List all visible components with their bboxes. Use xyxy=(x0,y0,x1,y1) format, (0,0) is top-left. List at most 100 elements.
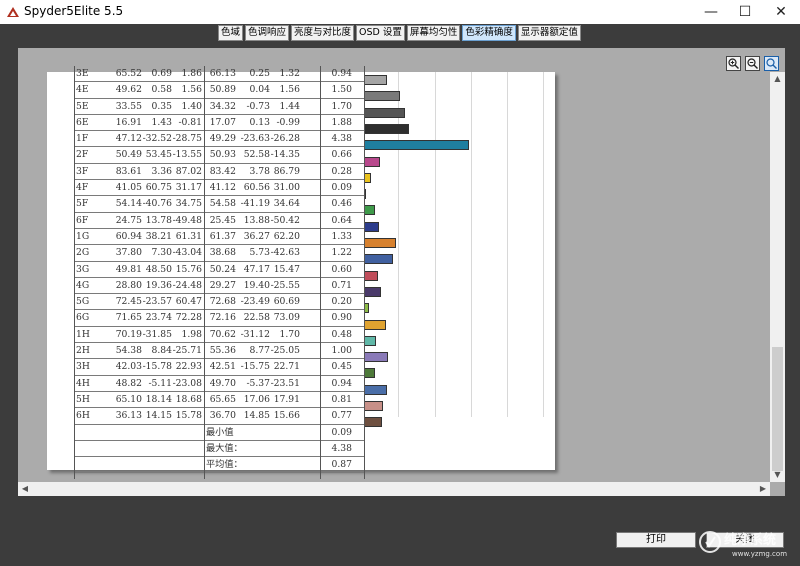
lab-value: -23.63 xyxy=(240,133,270,145)
patch-id: 4F xyxy=(76,182,89,194)
lab-value: -15.78 xyxy=(142,361,172,373)
lab-value: 1.32 xyxy=(279,68,300,79)
scroll-right-icon[interactable]: ▶ xyxy=(756,482,770,496)
lab-value: 0.25 xyxy=(249,68,270,79)
lab-value: 50.24 xyxy=(209,263,236,275)
patch-id: 2G xyxy=(76,247,90,259)
lab-value: 31.00 xyxy=(273,182,300,194)
tab-osd-settings[interactable]: OSD 设置 xyxy=(356,25,405,41)
patch-id: 3F xyxy=(76,165,89,177)
tab-color-accuracy[interactable]: 色彩精确度 xyxy=(462,25,516,41)
lab-value: 72.16 xyxy=(209,312,236,324)
scroll-left-icon[interactable]: ◀ xyxy=(18,482,32,496)
tab-screen-uniformity[interactable]: 屏幕均匀性 xyxy=(406,25,461,41)
lab-value: 15.47 xyxy=(273,263,300,275)
lab-value: -23.51 xyxy=(270,377,300,389)
lab-value: -31.85 xyxy=(142,328,172,340)
scroll-down-icon[interactable]: ▼ xyxy=(770,468,785,482)
delta-e-bar xyxy=(364,417,383,428)
zoom-out-icon[interactable] xyxy=(745,56,760,71)
lab-value: -0.81 xyxy=(178,116,202,128)
lab-value: 70.62 xyxy=(209,328,236,340)
summary-label: 最大值： xyxy=(206,442,243,454)
lab-value: 53.45 xyxy=(145,149,172,161)
patch-id: 1G xyxy=(76,230,90,242)
maximize-button[interactable]: ☐ xyxy=(728,0,762,24)
print-button[interactable]: 打印 xyxy=(616,532,696,548)
lab-value: 1.44 xyxy=(279,100,300,112)
tab-tone-response[interactable]: 色调响应 xyxy=(245,25,290,41)
lab-value: 73.09 xyxy=(273,312,300,324)
lab-value: -25.71 xyxy=(172,345,202,357)
lab-value: 0.35 xyxy=(151,100,172,112)
lab-value: -24.48 xyxy=(172,279,202,291)
report-viewer: 3E 65.52 0.69 1.86 66.13 0.25 1.32 0.94 4E 49.62 0… xyxy=(18,48,785,496)
lab-value: 52.58 xyxy=(243,149,270,161)
lab-value: 5.73 xyxy=(249,247,270,259)
lab-value: 83.61 xyxy=(115,165,142,177)
lab-value: 36.27 xyxy=(243,230,270,242)
delta-e-value: 0.90 xyxy=(331,312,352,324)
patch-id: 5F xyxy=(76,198,89,210)
summary-label: 最小值 xyxy=(206,426,234,438)
lab-value: 17.06 xyxy=(243,393,270,405)
lab-value: -49.48 xyxy=(172,214,202,226)
chart-gridline xyxy=(471,72,472,417)
delta-e-value: 0.94 xyxy=(331,68,352,79)
patch-id: 2F xyxy=(76,149,89,161)
report-tabs: 色域 色调响应 亮度与对比度 OSD 设置 屏幕均匀性 色彩精确度 显示器额定值 xyxy=(218,25,583,41)
close-window-button[interactable]: ✕ xyxy=(764,0,798,24)
delta-e-bar xyxy=(364,123,410,134)
patch-id: 5E xyxy=(76,100,89,112)
lab-value: 13.88 xyxy=(243,214,270,226)
delta-e-bar xyxy=(364,335,376,346)
lab-value: 1.56 xyxy=(181,84,202,96)
vertical-scrollbar[interactable]: ▲ ▼ xyxy=(770,72,785,482)
lab-value: 22.93 xyxy=(175,361,202,373)
tab-display-rating[interactable]: 显示器额定值 xyxy=(517,25,581,41)
minimize-button[interactable]: — xyxy=(694,0,728,24)
lab-value: -23.49 xyxy=(240,296,270,308)
delta-e-value: 0.09 xyxy=(331,182,352,194)
delta-e-bar xyxy=(364,205,376,216)
lab-value: 8.84 xyxy=(151,345,172,357)
delta-e-value: 4.38 xyxy=(331,133,352,145)
lab-value: 61.31 xyxy=(175,230,202,242)
delta-e-value: 0.46 xyxy=(331,198,352,210)
patch-id: 6F xyxy=(76,214,89,226)
delta-e-value: 0.94 xyxy=(331,377,352,389)
horizontal-scrollbar[interactable]: ◀ ▶ xyxy=(18,482,770,496)
lab-value: 31.17 xyxy=(175,182,202,194)
scroll-up-icon[interactable]: ▲ xyxy=(770,72,785,86)
lab-value: 42.51 xyxy=(209,361,236,373)
lab-value: 36.13 xyxy=(115,410,142,422)
lab-value: 62.20 xyxy=(273,230,300,242)
lab-value: 72.68 xyxy=(209,296,236,308)
lab-value: -25.05 xyxy=(270,345,300,357)
lab-value: 49.81 xyxy=(115,263,142,275)
table-column-line xyxy=(74,66,75,479)
scroll-thumb[interactable] xyxy=(772,347,783,471)
lab-value: 50.49 xyxy=(115,149,142,161)
lab-value: 13.78 xyxy=(145,214,172,226)
lab-value: -42.63 xyxy=(270,247,300,259)
lab-value: 0.04 xyxy=(249,84,270,96)
summary-label: 平均值： xyxy=(206,458,243,470)
lab-value: 49.62 xyxy=(115,84,142,96)
lab-value: 48.82 xyxy=(115,377,142,389)
lab-value: 14.15 xyxy=(145,410,172,422)
lab-value: 72.28 xyxy=(175,312,202,324)
delta-e-bar xyxy=(364,319,386,330)
summary-value: 0.09 xyxy=(331,426,352,438)
zoom-in-icon[interactable] xyxy=(726,56,741,71)
lab-value: 42.03 xyxy=(115,361,142,373)
delta-e-bar xyxy=(364,172,371,183)
tab-gamut[interactable]: 色域 xyxy=(218,25,244,41)
patch-id: 5H xyxy=(76,393,90,405)
tab-brightness-contrast[interactable]: 亮度与对比度 xyxy=(291,25,355,41)
lab-value: 65.10 xyxy=(115,393,142,405)
lab-value: 47.12 xyxy=(115,133,142,145)
lab-value: 7.30 xyxy=(151,247,172,259)
zoom-fit-icon[interactable] xyxy=(764,56,779,71)
lab-value: 1.86 xyxy=(181,68,202,79)
